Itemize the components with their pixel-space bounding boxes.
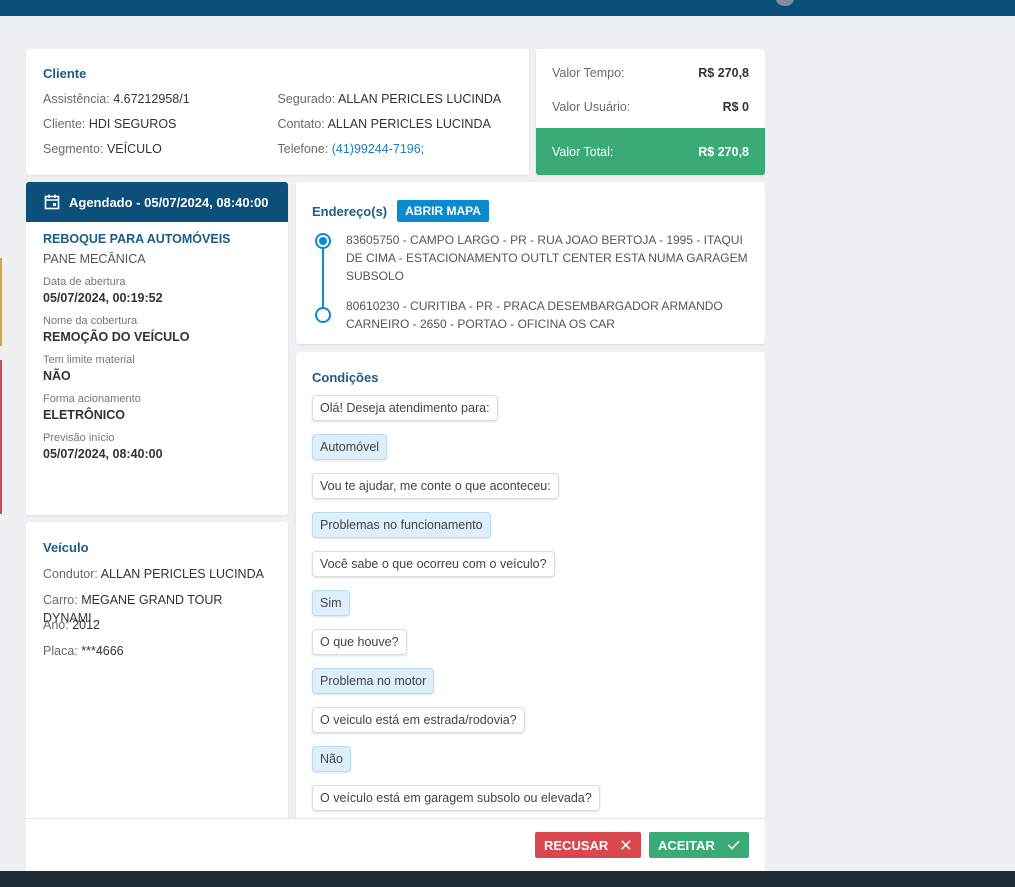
condicoes-card: Condições Olá! Deseja atendimento para: … (296, 352, 765, 822)
top-bar (0, 0, 1015, 16)
aceitar-button[interactable]: ACEITAR (649, 832, 749, 858)
agendamento-field: Forma acionamento ELETRÔNICO (43, 393, 141, 422)
chat-answer: Problemas no funcionamento (312, 512, 491, 538)
agendamento-card: Agendado - 05/07/2024, 08:40:00 REBOQUE … (26, 182, 288, 515)
chat-question: Olá! Deseja atendimento para: (312, 395, 498, 421)
check-icon (727, 840, 740, 850)
chat-answer: Não (312, 746, 351, 772)
cliente-info: Cliente: HDI SEGUROS (43, 117, 177, 131)
address-origin: 83605750 - CAMPO LARGO - PR - RUA JOAO B… (312, 231, 749, 285)
veiculo-card: Veículo Condutor: ALLAN PERICLES LUCINDA… (26, 522, 288, 822)
condutor-info: Condutor: ALLAN PERICLES LUCINDA (43, 567, 264, 581)
chat-question: O que houve? (312, 629, 407, 655)
action-footer: RECUSAR ACEITAR (26, 818, 765, 871)
chat-question: O veículo está em garagem subsolo ou ele… (312, 785, 600, 811)
origin-marker-icon (315, 233, 331, 249)
side-indicator (0, 360, 2, 514)
side-indicator (0, 258, 2, 346)
valores-card: Valor Tempo: R$ 270,8 Valor Usuário: R$ 0 … (536, 49, 765, 175)
contato-info: Contato: ALLAN PERICLES LUCINDA (277, 117, 491, 131)
chat-question: O veiculo está em estrada/rodovia? (312, 707, 525, 733)
agendamento-field: Previsão início 05/07/2024, 08:40:00 (43, 432, 163, 461)
bottom-bar (0, 871, 1015, 887)
chat-question: Vou te ajudar, me conte o que aconteceu: (312, 473, 559, 499)
address-list: 83605750 - CAMPO LARGO - PR - RUA JOAO B… (312, 231, 749, 333)
logo-icon (776, 0, 794, 6)
chat-answer: Automóvel (312, 434, 388, 460)
abrir-mapa-button[interactable]: ABRIR MAPA (397, 200, 489, 222)
servico-subtipo: PANE MECÂNICA (43, 252, 146, 266)
valor-total-row: Valor Total: R$ 270,8 (536, 128, 765, 175)
servico-tipo: REBOQUE PARA AUTOMÓVEIS (43, 232, 231, 246)
calendar-icon (44, 194, 60, 210)
address-destination: 80610230 - CURITIBA - PR - PRACA DESEMBA… (312, 297, 749, 333)
agendamento-field: Tem limite material NÃO (43, 354, 135, 383)
agendamento-header: Agendado - 05/07/2024, 08:40:00 (26, 182, 288, 222)
placa-info: Placa: ***4666 (43, 643, 124, 658)
agendamento-field: Nome da cobertura REMOÇÃO DO VEÍCULO (43, 315, 190, 344)
agendamento-field: Data de abertura 05/07/2024, 00:19:52 (43, 276, 163, 305)
cliente-card: Cliente Assistência: 4.67212958/1 Client… (26, 49, 529, 175)
assistencia-info: Assistência: 4.67212958/1 (43, 92, 190, 106)
segurado-info: Segurado: ALLAN PERICLES LUCINDA (277, 92, 502, 106)
valor-usuario-row: Valor Usuário: R$ 0 (552, 100, 749, 114)
recusar-button[interactable]: RECUSAR (535, 832, 641, 858)
segmento-info: Segmento: VEÍCULO (43, 142, 162, 156)
chat-answer: Sim (312, 590, 350, 616)
endereco-card: Endereço(s) ABRIR MAPA 83605750 - CAMPO … (296, 182, 765, 344)
ano-info: Ano: 2012 (43, 618, 101, 632)
cliente-title: Cliente (43, 66, 87, 81)
destination-marker-icon (315, 307, 331, 323)
endereco-title: Endereço(s) (312, 203, 388, 219)
veiculo-title: Veículo (43, 540, 89, 555)
telefone-link[interactable]: (41)99244-7196; (332, 142, 424, 156)
valor-tempo-row: Valor Tempo: R$ 270,8 (552, 66, 749, 80)
chat-answer: Problema no motor (312, 668, 435, 694)
carro-info: Carro: MEGANE GRAND TOUR DYNAMI (43, 592, 223, 625)
chat-question: Você sabe o que ocorreu com o veículo? (312, 551, 555, 577)
close-icon (621, 840, 631, 850)
telefone-info: Telefone: (41)99244-7196; (277, 142, 425, 156)
condicoes-title: Condições (312, 370, 379, 385)
